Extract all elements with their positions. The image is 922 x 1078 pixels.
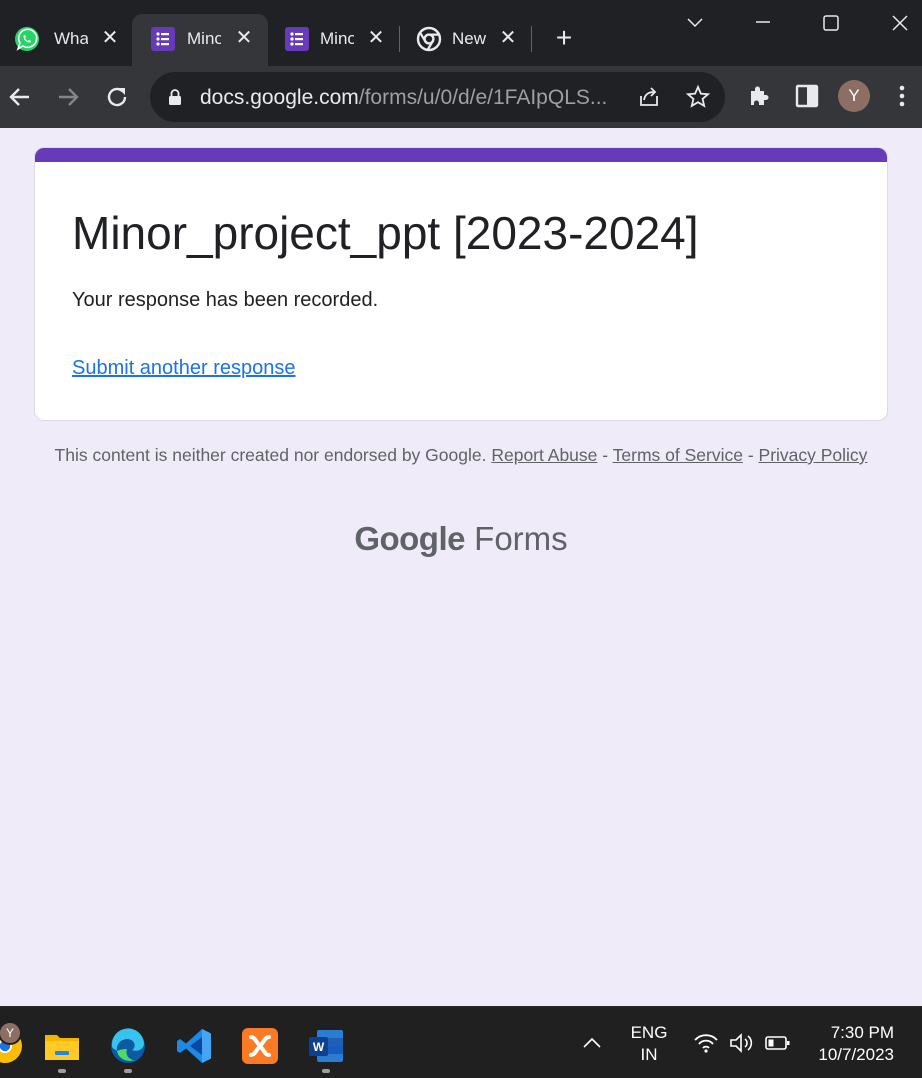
- tab-new-tab[interactable]: New Tab ✕: [402, 14, 530, 66]
- minimize-icon[interactable]: [748, 10, 778, 36]
- tab-separator: [531, 26, 532, 52]
- running-indicator: [58, 1069, 66, 1073]
- running-indicator: [322, 1069, 330, 1073]
- report-abuse-link[interactable]: Report Abuse: [491, 445, 597, 465]
- google-forms-logo[interactable]: Google Forms: [0, 520, 922, 558]
- taskbar-file-explorer[interactable]: [43, 1027, 81, 1065]
- form-title: Minor_project_ppt [2023-2024]: [72, 207, 699, 259]
- chrome-icon: [416, 26, 442, 52]
- reload-button[interactable]: [100, 80, 134, 114]
- windows-taskbar: Y W ENG IN 7:30 PM 10/7/2023: [0, 1006, 922, 1078]
- file-explorer-icon: [45, 1035, 79, 1060]
- maximize-icon[interactable]: [816, 10, 846, 36]
- back-button[interactable]: [3, 80, 37, 114]
- volume-icon[interactable]: [728, 1031, 756, 1055]
- vscode-icon: [177, 1029, 211, 1063]
- clock[interactable]: 7:30 PM 10/7/2023: [806, 1022, 914, 1066]
- tab-forms[interactable]: Minor_project_ppt ✕: [270, 14, 398, 66]
- extensions-icon[interactable]: [745, 82, 773, 110]
- brand-google: Google: [354, 520, 465, 557]
- close-window-icon[interactable]: [885, 10, 915, 36]
- svg-text:W: W: [313, 1040, 325, 1054]
- tab-search-icon[interactable]: [680, 10, 710, 36]
- clock-date: 10/7/2023: [818, 1045, 894, 1064]
- side-panel-icon[interactable]: [793, 82, 821, 110]
- footer-separator: -: [597, 445, 613, 465]
- close-icon[interactable]: ✕: [364, 26, 388, 50]
- running-indicator: [124, 1069, 132, 1073]
- terms-of-service-link[interactable]: Terms of Service: [613, 445, 743, 465]
- lock-icon[interactable]: [168, 88, 182, 106]
- tab-title: WhatsApp: [54, 29, 88, 48]
- tab-title: New Tab: [452, 29, 486, 48]
- footer-separator: -: [742, 445, 759, 465]
- language-indicator[interactable]: ENG IN: [624, 1022, 674, 1066]
- arrow-right-icon: [59, 88, 79, 106]
- star-icon[interactable]: [685, 84, 711, 110]
- google-forms-icon: [151, 27, 175, 51]
- submit-another-response-link[interactable]: Submit another response: [72, 357, 295, 380]
- wifi-icon[interactable]: [692, 1031, 720, 1055]
- tab-whatsapp[interactable]: WhatsApp ✕: [0, 14, 130, 66]
- share-icon[interactable]: [636, 84, 662, 110]
- disclaimer-text: This content is neither created nor endo…: [54, 445, 487, 465]
- browser-toolbar: docs.google.com/forms/u/0/d/e/1FAIpQLS..…: [0, 66, 922, 128]
- whatsapp-icon: [15, 27, 39, 51]
- close-icon[interactable]: ✕: [232, 26, 256, 50]
- clock-time: 7:30 PM: [830, 1023, 894, 1042]
- xampp-icon: [242, 1028, 278, 1064]
- privacy-policy-link[interactable]: Privacy Policy: [759, 445, 868, 465]
- tab-title: Minor_project_ppt: [320, 29, 354, 48]
- arrow-left-icon: [9, 88, 29, 106]
- url-text[interactable]: docs.google.com/forms/u/0/d/e/1FAIpQLS..…: [200, 86, 625, 110]
- google-forms-icon: [285, 27, 309, 51]
- new-tab-button[interactable]: +: [550, 24, 578, 53]
- profile-avatar[interactable]: Y: [838, 80, 870, 112]
- tab-forms-active[interactable]: Minor_project_ppt ✕: [132, 14, 268, 66]
- taskbar-edge[interactable]: [109, 1027, 147, 1065]
- tab-strip: WhatsApp ✕ Minor_project_ppt ✕ Minor_pro…: [0, 0, 922, 66]
- close-icon[interactable]: ✕: [98, 26, 122, 50]
- forward-button[interactable]: [51, 80, 85, 114]
- taskbar-xampp[interactable]: [241, 1027, 279, 1065]
- tab-separator: [399, 26, 400, 52]
- reload-icon: [107, 87, 127, 107]
- form-accent-bar: [35, 148, 887, 162]
- footer-disclaimer: This content is neither created nor endo…: [40, 444, 882, 466]
- confirmation-card: Minor_project_ppt [2023-2024] Your respo…: [34, 147, 888, 421]
- address-bar[interactable]: docs.google.com/forms/u/0/d/e/1FAIpQLS..…: [150, 72, 725, 122]
- chevron-up-icon[interactable]: [580, 1033, 604, 1053]
- taskbar-vscode[interactable]: [175, 1027, 213, 1065]
- tab-title: Minor_project_ppt: [187, 29, 221, 48]
- brand-forms: Forms: [474, 520, 568, 557]
- close-icon[interactable]: ✕: [496, 26, 520, 50]
- word-icon: W: [309, 1030, 343, 1062]
- confirmation-message: Your response has been recorded.: [72, 289, 379, 311]
- taskbar-word[interactable]: W: [307, 1027, 345, 1065]
- battery-icon[interactable]: [764, 1033, 792, 1053]
- edge-icon: [111, 1028, 145, 1063]
- kebab-menu-icon[interactable]: [888, 82, 916, 110]
